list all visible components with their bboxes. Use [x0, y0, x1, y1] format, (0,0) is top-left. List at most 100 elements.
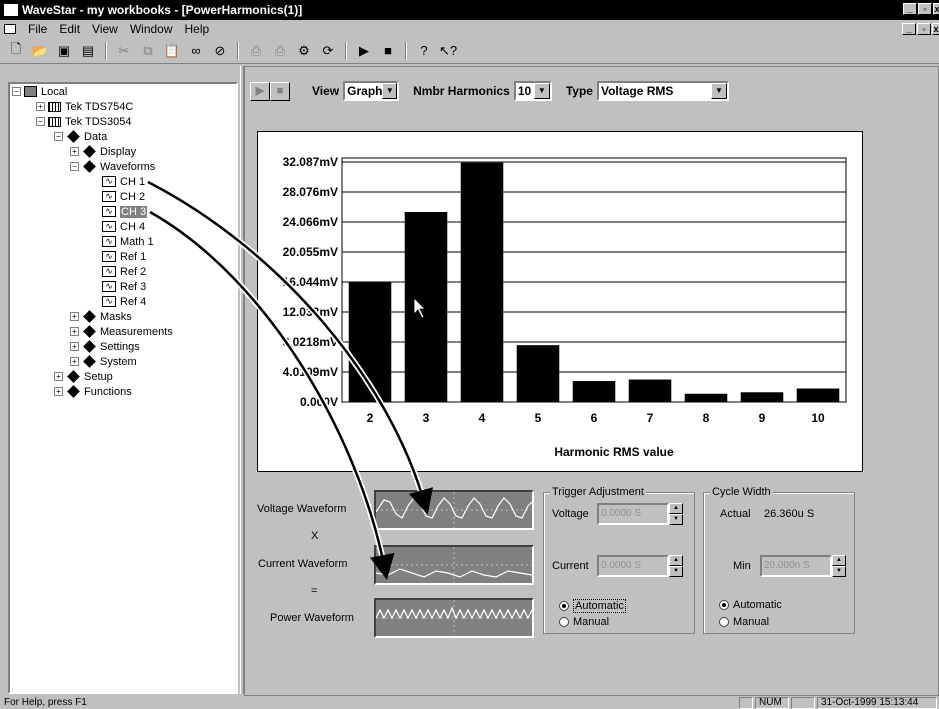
menu-file[interactable]: File [28, 22, 47, 36]
tree-node-waveforms[interactable]: − Waveforms [70, 159, 155, 174]
spin-down-icon[interactable]: ▼ [832, 566, 846, 577]
cut-icon[interactable]: ✂ [114, 41, 134, 61]
tree-node-math1[interactable]: ∿ Math 1 [102, 234, 154, 249]
tree-node-local[interactable]: − Local [12, 84, 67, 99]
collapse-icon[interactable]: − [70, 162, 79, 171]
restore-button[interactable]: ▫ [918, 3, 932, 15]
voltage-waveform-display[interactable] [374, 490, 534, 530]
workbook-tree[interactable]: − Local + Tek TDS754C − Tek TDS3054 − Data +… [8, 82, 238, 694]
refresh-icon[interactable]: ⟳ [318, 41, 338, 61]
tree-node-masks[interactable]: + Masks [70, 309, 132, 324]
radio-selected-icon[interactable] [719, 600, 729, 610]
spin-up-icon[interactable]: ▲ [669, 503, 683, 514]
view-select[interactable]: Graph ▼ [343, 81, 400, 101]
chevron-down-icon[interactable]: ▼ [533, 83, 550, 99]
type-value: Voltage RMS [600, 84, 674, 98]
radio-unselected-icon[interactable] [719, 617, 729, 627]
doc-restore-button[interactable]: ▫ [917, 23, 931, 35]
save-icon[interactable]: ▣ [54, 41, 74, 61]
spin-down-icon[interactable]: ▼ [669, 514, 683, 525]
open-icon[interactable]: 📂 [30, 41, 50, 61]
properties-icon[interactable]: ⚙ [294, 41, 314, 61]
link-icon[interactable]: ∞ [186, 41, 206, 61]
power-waveform-display[interactable] [374, 598, 534, 638]
new-icon[interactable]: 🗋 [6, 41, 26, 61]
spin-up-icon[interactable]: ▲ [669, 555, 683, 566]
collapse-icon[interactable]: − [54, 132, 63, 141]
spin-down-icon[interactable]: ▼ [669, 566, 683, 577]
stop-icon[interactable]: ■ [378, 41, 398, 61]
trigger-voltage-spinner[interactable]: 0.0000 S ▲ ▼ [597, 503, 683, 525]
tree-node-ch1[interactable]: ∿ CH 1 [102, 174, 145, 189]
tree-node-ref3[interactable]: ∿ Ref 3 [102, 279, 146, 294]
tree-node-tds754c[interactable]: + Tek TDS754C [36, 99, 133, 114]
trigger-current-value[interactable]: 0.0000 S [597, 555, 669, 577]
expand-icon[interactable]: + [70, 327, 79, 336]
trigger-automatic-radio[interactable]: Automatic [559, 599, 626, 613]
tree-node-setup[interactable]: + Setup [54, 369, 113, 384]
unlink-icon[interactable]: ⊘ [210, 41, 230, 61]
y-tick-label: 8.0218mV [283, 335, 338, 349]
tree-node-tds3054[interactable]: − Tek TDS3054 [36, 114, 131, 129]
tree-node-ref4[interactable]: ∿ Ref 4 [102, 294, 146, 309]
expand-icon[interactable]: + [36, 102, 45, 111]
stop-button[interactable]: ■ [270, 81, 290, 101]
print-icon[interactable]: ⎙ [246, 41, 266, 61]
tree-node-data[interactable]: − Data [54, 129, 107, 144]
trigger-voltage-value[interactable]: 0.0000 S [597, 503, 669, 525]
waveform-icon: ∿ [102, 221, 116, 232]
expand-icon[interactable]: + [70, 147, 79, 156]
collapse-icon[interactable]: − [36, 117, 45, 126]
y-tick-label: 4.0109mV [283, 365, 338, 379]
paste-icon[interactable]: 📋 [162, 41, 182, 61]
cycle-min-spinner[interactable]: 20.000n S ▲ ▼ [760, 555, 846, 577]
save-all-icon[interactable]: ▤ [78, 41, 98, 61]
chevron-down-icon[interactable]: ▼ [382, 83, 398, 99]
radio-selected-icon[interactable] [559, 601, 569, 611]
menu-view[interactable]: View [92, 22, 118, 36]
minimize-button[interactable]: _ [903, 3, 917, 15]
play-button[interactable]: ▶ [250, 81, 270, 101]
tree-node-measurements[interactable]: + Measurements [70, 324, 173, 339]
close-button[interactable]: x [933, 3, 939, 15]
collapse-icon[interactable]: − [12, 87, 21, 96]
expand-icon[interactable]: + [70, 342, 79, 351]
tree-node-ch2[interactable]: ∿ CH 2 [102, 189, 145, 204]
folder-gem-icon [67, 130, 80, 143]
spin-up-icon[interactable]: ▲ [832, 555, 846, 566]
print-preview-icon[interactable]: ⎙ [270, 41, 290, 61]
radio-unselected-icon[interactable] [559, 617, 569, 627]
current-waveform-display[interactable] [374, 545, 534, 585]
tree-node-ch4[interactable]: ∿ CH 4 [102, 219, 145, 234]
trigger-manual-radio[interactable]: Manual [559, 616, 609, 628]
copy-icon[interactable]: ⧉ [138, 41, 158, 61]
waveform-icon: ∿ [102, 266, 116, 277]
trigger-current-spinner[interactable]: 0.0000 S ▲ ▼ [597, 555, 683, 577]
menu-window[interactable]: Window [130, 22, 173, 36]
expand-icon[interactable]: + [70, 312, 79, 321]
doc-minimize-button[interactable]: _ [902, 23, 916, 35]
expand-icon[interactable]: + [70, 357, 79, 366]
tree-node-functions[interactable]: + Functions [54, 384, 132, 399]
nmbr-harmonics-select[interactable]: 10 ▼ [513, 81, 552, 101]
run-icon[interactable]: ▶ [354, 41, 374, 61]
menu-edit[interactable]: Edit [59, 22, 80, 36]
cycle-manual-radio[interactable]: Manual [719, 616, 769, 628]
tree-node-ref1[interactable]: ∿ Ref 1 [102, 249, 146, 264]
menu-help[interactable]: Help [185, 22, 210, 36]
type-select[interactable]: Voltage RMS ▼ [596, 81, 729, 101]
expand-icon[interactable]: + [54, 387, 63, 396]
tree-node-ref2[interactable]: ∿ Ref 2 [102, 264, 146, 279]
tree-node-settings[interactable]: + Settings [70, 339, 140, 354]
document-icon[interactable] [4, 24, 16, 34]
tree-node-ch3[interactable]: ∿ CH 3 [102, 204, 148, 219]
tree-node-system[interactable]: + System [70, 354, 137, 369]
cycle-automatic-radio[interactable]: Automatic [719, 599, 782, 611]
tree-node-display[interactable]: + Display [70, 144, 136, 159]
help-icon[interactable]: ? [414, 41, 434, 61]
cycle-min-value[interactable]: 20.000n S [760, 555, 832, 577]
doc-close-button[interactable]: x [932, 23, 939, 35]
context-help-icon[interactable]: ↖? [438, 41, 458, 61]
chevron-down-icon[interactable]: ▼ [710, 83, 727, 99]
expand-icon[interactable]: + [54, 372, 63, 381]
